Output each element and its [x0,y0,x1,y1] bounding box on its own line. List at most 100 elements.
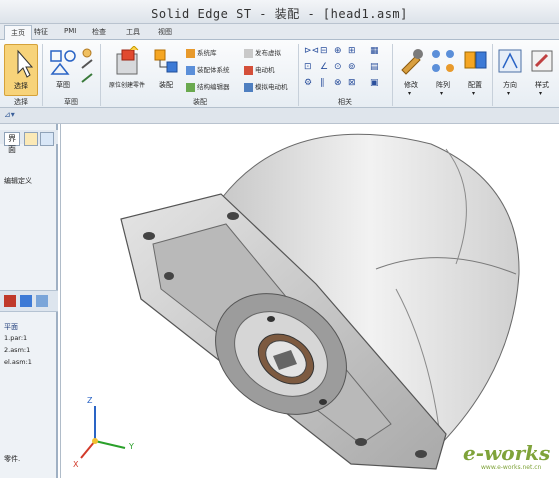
assemble-label: 装配 [159,81,173,89]
axis-x-label: X [73,460,79,469]
assemble-icon [154,49,178,73]
assemble-group-label: 装配 [193,98,207,106]
assembly-icon[interactable] [40,132,54,146]
pattern-icon [432,50,454,72]
pattern-button[interactable]: 阵列 ▾ [428,44,458,97]
flash-fit-icon[interactable]: ▤ [370,62,379,72]
modify-button[interactable]: 修改 ▾ [396,44,426,97]
angle-icon[interactable]: ∠ [320,62,328,72]
tree-item[interactable]: el.asm:1 [4,358,32,366]
chevron-down-icon: ▾ [539,90,543,97]
window-title: Solid Edge ST - 装配 - [head1.asm] [151,7,408,21]
chevron-down-icon: ▾ [408,90,412,97]
style-button[interactable]: 样式 ▾ [527,44,557,97]
tree-item[interactable]: 2.asm:1 [4,346,30,354]
config-icon [464,51,487,69]
gear-relation-icon[interactable]: ⚙ [304,78,312,88]
create-in-place-label: 原位创建零件 [108,82,145,89]
quick-access-menu-icon[interactable]: ⊿▾ [4,110,15,119]
sketch-group-label: 草图 [64,98,78,106]
create-part-icon [116,46,139,75]
tangent-icon[interactable]: ⊙ [334,62,342,72]
style-label: 样式 [535,81,549,89]
cursor-icon [17,49,34,78]
chevron-down-icon: ▾ [507,90,511,97]
select-label: 选择 [14,82,28,90]
relate-group-label: 相关 [338,98,352,106]
center-plane-icon[interactable]: ⊠ [348,78,356,88]
close-icon[interactable] [4,295,16,307]
watermark-url: www.e-works.net.cn [481,464,542,471]
motor-icon [244,65,253,75]
pattern-label: 阵列 [436,81,450,89]
simulate-motor-item[interactable]: 模拟电动机 [244,81,288,93]
status-text: 零件. [4,455,21,463]
ribbon-separator [42,44,43,106]
tab-features[interactable]: 特征 [34,27,48,37]
assembly-system-item[interactable]: 装配体系统 [186,64,230,76]
select-button[interactable]: 选择 [4,44,38,96]
cam-icon[interactable]: ⊚ [348,62,356,72]
sketch-label: 草图 [56,81,70,89]
chevron-down-icon: ▾ [472,90,476,97]
style-icon [531,50,553,72]
tree-toolbar [0,290,58,312]
system-library-item[interactable]: 系统库 [186,47,217,59]
mate-icon[interactable]: ⊳⊲ [304,46,319,56]
quick-access-toolbar: ⊿▾ [0,108,559,124]
assemble-button[interactable]: 装配 [150,44,182,96]
graphics-window[interactable]: Z Y X e-works www.e-works.net.cn [60,124,559,478]
motor-item[interactable]: 电动机 [244,64,275,76]
tab-view[interactable]: 视图 [158,27,172,37]
modify-icon [401,49,423,75]
tab-pmi[interactable]: PMI [64,27,76,35]
simulate-motor-icon [244,82,253,92]
edit-definition-item[interactable]: 编辑定义 [4,176,32,186]
select-group-label: 选择 [14,98,28,106]
part-icon[interactable] [24,132,38,146]
filter-icon[interactable] [20,295,32,307]
rigid-set-icon[interactable]: ⊗ [334,78,342,88]
relation-assistant-icon[interactable]: ▦ [370,46,379,56]
insert-icon[interactable]: ⊞ [348,46,356,56]
axial-align-icon[interactable]: ⊕ [334,46,342,56]
create-in-place-button[interactable]: 原位创建零件 [104,44,150,96]
parallel-icon[interactable]: ∥ [320,78,325,88]
ribbon-separator [100,44,101,106]
axis-y-label: Y [129,442,134,451]
ribbon-separator [298,44,299,106]
publish-virtual-item[interactable]: 发布虚拟 [244,47,281,59]
assembly-system-icon [186,65,195,75]
ribbon-separator [492,44,493,106]
panel-tab[interactable]: 界面 [4,132,20,154]
display-icon[interactable] [36,295,48,307]
tree-item[interactable]: 1.par:1 [4,334,27,342]
pathfinder-panel: 界面 编辑定义 平面 1.par:1 2.asm:1 el.asm:1 零件. [0,124,58,478]
orient-label: 方向 [503,81,517,89]
tab-inspect[interactable]: 检查 [92,27,106,37]
modify-label: 修改 [404,81,418,89]
tree-header[interactable]: 平面 [4,322,18,332]
capture-fit-icon[interactable]: ▣ [370,78,379,88]
ribbon-separator [392,44,393,106]
chevron-down-icon: ▾ [440,90,444,97]
structure-editor-item[interactable]: 结构编辑器 [186,81,230,93]
tab-home[interactable]: 主页 [4,25,32,40]
publish-virtual-icon [244,48,253,58]
orient-icon [498,49,522,73]
sketch-button[interactable]: 草图 [46,44,80,96]
sketch-tools-icon[interactable] [80,48,94,88]
config-button[interactable]: 配置 ▾ [460,44,490,97]
tab-tools[interactable]: 工具 [126,27,140,37]
axis-z-label: Z [87,396,93,405]
title-bar: Solid Edge ST - 装配 - [head1.asm] [0,0,559,24]
orient-button[interactable]: 方向 ▾ [495,44,525,97]
watermark-logo: e-works [463,441,551,465]
structure-editor-icon [186,82,195,92]
config-label: 配置 [468,81,482,89]
axis-triad [80,406,126,459]
connect-icon[interactable]: ⊡ [304,62,312,72]
sketch-icon [50,50,76,75]
ribbon-tabs: 主页 特征 PMI 检查 工具 视图 [0,24,559,40]
planar-align-icon[interactable]: ⊟ [320,46,328,56]
